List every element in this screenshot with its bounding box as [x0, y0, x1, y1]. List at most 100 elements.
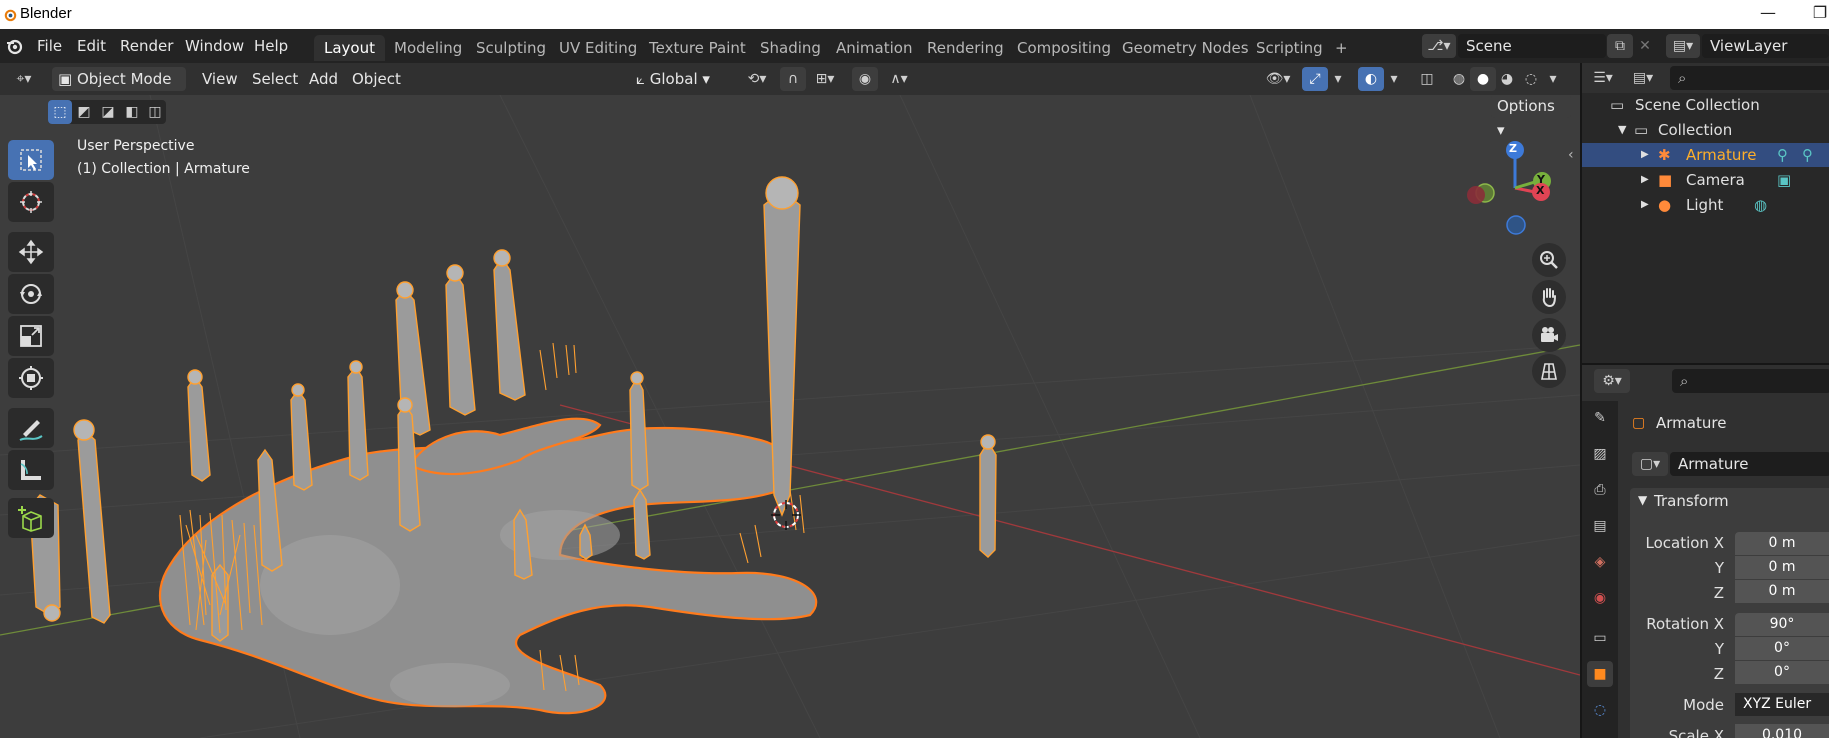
- snap-target-icon[interactable]: ⊞▾: [806, 67, 844, 91]
- armature-data-icon[interactable]: ⚲: [1777, 143, 1788, 167]
- options-dropdown[interactable]: Options ▾: [1491, 95, 1571, 139]
- view-layer-name-field[interactable]: ViewLayer: [1702, 34, 1829, 58]
- outliner-editor-type-icon[interactable]: ☰▾: [1586, 66, 1620, 90]
- falloff-icon[interactable]: ∧▾: [880, 67, 918, 91]
- expand-arrow-icon[interactable]: ▶: [1641, 143, 1649, 167]
- modifier-tab-icon[interactable]: ◌: [1587, 697, 1613, 723]
- view-layer-selector-icon[interactable]: ▤▾: [1666, 34, 1700, 58]
- expand-arrow-icon[interactable]: ▼: [1618, 118, 1626, 142]
- gizmo-menu-icon[interactable]: ▾: [1328, 67, 1348, 91]
- blender-menu-icon[interactable]: [5, 37, 25, 55]
- select-intersect-icon[interactable]: ◫: [144, 100, 166, 124]
- location-x-field[interactable]: 0 m: [1735, 532, 1829, 555]
- new-scene-icon[interactable]: ⧉: [1607, 34, 1633, 58]
- menu-render[interactable]: Render: [114, 35, 179, 57]
- tab-animation[interactable]: Animation: [826, 35, 922, 61]
- gizmo-neg-x-handle[interactable]: [1467, 186, 1485, 204]
- measure-tool[interactable]: [8, 450, 54, 490]
- select-new-icon[interactable]: ⬚: [48, 100, 72, 124]
- menu-help[interactable]: Help: [248, 35, 294, 57]
- render-tab-icon[interactable]: ▨: [1587, 441, 1613, 467]
- scale-tool[interactable]: [8, 316, 54, 356]
- menu-add[interactable]: Add: [303, 67, 344, 91]
- outliner-item-armature[interactable]: ▶ ✱ Armature ⚲ ⚲: [1582, 143, 1829, 167]
- properties-editor-type-icon[interactable]: ⚙▾: [1594, 369, 1630, 393]
- overlay-toggle-icon[interactable]: ◐: [1358, 67, 1384, 91]
- tool-tab-icon[interactable]: ✎: [1587, 405, 1613, 431]
- tab-compositing[interactable]: Compositing: [1007, 35, 1121, 61]
- transform-panel-header[interactable]: ▼ Transform: [1630, 488, 1829, 518]
- pose-icon[interactable]: ⚲: [1802, 143, 1813, 167]
- scale-x-field[interactable]: 0.010: [1735, 724, 1829, 738]
- menu-file[interactable]: File: [31, 35, 68, 57]
- tab-uv-editing[interactable]: UV Editing: [549, 35, 647, 61]
- camera-view-icon[interactable]: [1532, 318, 1566, 352]
- view-layer-tab-icon[interactable]: ▤: [1587, 513, 1613, 539]
- rotate-tool[interactable]: [8, 274, 54, 314]
- display-mode-icon[interactable]: ▤▾: [1626, 66, 1660, 90]
- expand-arrow-icon[interactable]: ▶: [1641, 168, 1649, 192]
- object-name-field[interactable]: Armature: [1670, 452, 1829, 476]
- wireframe-shading-icon[interactable]: ◍: [1446, 67, 1472, 91]
- gizmo-neg-z-handle[interactable]: [1506, 215, 1526, 235]
- transform-tool[interactable]: [8, 358, 54, 398]
- output-tab-icon[interactable]: ⎙: [1587, 477, 1613, 503]
- tab-modeling[interactable]: Modeling: [384, 35, 472, 61]
- move-tool[interactable]: [8, 232, 54, 272]
- menu-edit[interactable]: Edit: [71, 35, 112, 57]
- restore-button[interactable]: ❐: [1808, 3, 1829, 25]
- tab-texture-paint[interactable]: Texture Paint: [639, 35, 756, 61]
- location-z-field[interactable]: 0 m: [1735, 580, 1829, 603]
- outliner-item-camera[interactable]: ▶ ■ Camera ▣: [1582, 168, 1829, 192]
- tab-layout[interactable]: Layout: [314, 35, 385, 61]
- perspective-toggle-icon[interactable]: [1532, 354, 1566, 388]
- gizmo-toggle-icon[interactable]: ⤢: [1302, 67, 1328, 91]
- location-y-field[interactable]: 0 m: [1735, 556, 1829, 579]
- select-invert-icon[interactable]: ◧: [120, 100, 144, 124]
- world-tab-icon[interactable]: ◉: [1587, 585, 1613, 611]
- xray-toggle-icon[interactable]: ◫: [1414, 67, 1440, 91]
- shading-menu-icon[interactable]: ▾: [1543, 67, 1563, 91]
- overlay-menu-icon[interactable]: ▾: [1384, 67, 1404, 91]
- expand-arrow-icon[interactable]: ▶: [1641, 193, 1649, 217]
- object-browse-icon[interactable]: ▢▾: [1632, 452, 1668, 476]
- menu-object[interactable]: Object: [346, 67, 407, 91]
- annotate-tool[interactable]: [8, 408, 54, 448]
- properties-search-input[interactable]: ⌕: [1672, 369, 1829, 393]
- camera-data-icon[interactable]: ▣: [1777, 168, 1791, 192]
- scene-name-field[interactable]: Scene: [1458, 34, 1606, 58]
- transform-orientation-dropdown[interactable]: ⟀ Global ▾: [630, 67, 728, 91]
- tab-scripting[interactable]: Scripting: [1246, 35, 1333, 61]
- scene-tab-icon[interactable]: ◈: [1587, 549, 1613, 575]
- select-extend-icon[interactable]: ◩: [72, 100, 96, 124]
- zoom-icon[interactable]: [1532, 243, 1566, 277]
- pivot-point-icon[interactable]: ⟲▾: [740, 67, 774, 91]
- tab-rendering[interactable]: Rendering: [917, 35, 1014, 61]
- proportional-edit-icon[interactable]: ◉: [852, 67, 878, 91]
- menu-select[interactable]: Select: [246, 67, 304, 91]
- snap-icon[interactable]: ∩: [780, 67, 806, 91]
- rotation-z-field[interactable]: 0°: [1735, 661, 1829, 684]
- pan-hand-icon[interactable]: [1532, 280, 1566, 314]
- scene-selector-icon[interactable]: ⎇▾: [1422, 34, 1456, 58]
- outliner-collection[interactable]: ▼ ▭ Collection: [1582, 118, 1829, 142]
- outliner-search-input[interactable]: ⌕: [1670, 66, 1829, 90]
- visibility-icon[interactable]: 👁▾: [1258, 67, 1298, 91]
- delete-scene-icon[interactable]: ✕: [1632, 34, 1658, 58]
- add-cube-tool[interactable]: [8, 498, 54, 538]
- select-subtract-icon[interactable]: ◪: [96, 100, 120, 124]
- menu-view[interactable]: View: [196, 67, 244, 91]
- outliner-item-light[interactable]: ▶ ● Light ◍: [1582, 193, 1829, 217]
- menu-window[interactable]: Window: [179, 35, 250, 57]
- editor-type-icon[interactable]: ⌖▾: [6, 67, 42, 91]
- material-shading-icon[interactable]: ◕: [1494, 67, 1520, 91]
- light-data-icon[interactable]: ◍: [1754, 193, 1767, 217]
- rendered-shading-icon[interactable]: ◌: [1518, 67, 1544, 91]
- solid-shading-icon[interactable]: ●: [1470, 67, 1496, 91]
- outliner-scene-collection[interactable]: ▭ Scene Collection: [1582, 93, 1829, 117]
- object-mode-dropdown[interactable]: ▣ Object Mode ▾: [52, 67, 186, 112]
- collection-tab-icon[interactable]: ▭: [1587, 625, 1613, 651]
- 3d-viewport[interactable]: Z Y X User Perspective (1) Collection | …: [0, 95, 1580, 738]
- rotation-y-field[interactable]: 0°: [1735, 637, 1829, 660]
- minimize-button[interactable]: —: [1756, 3, 1780, 25]
